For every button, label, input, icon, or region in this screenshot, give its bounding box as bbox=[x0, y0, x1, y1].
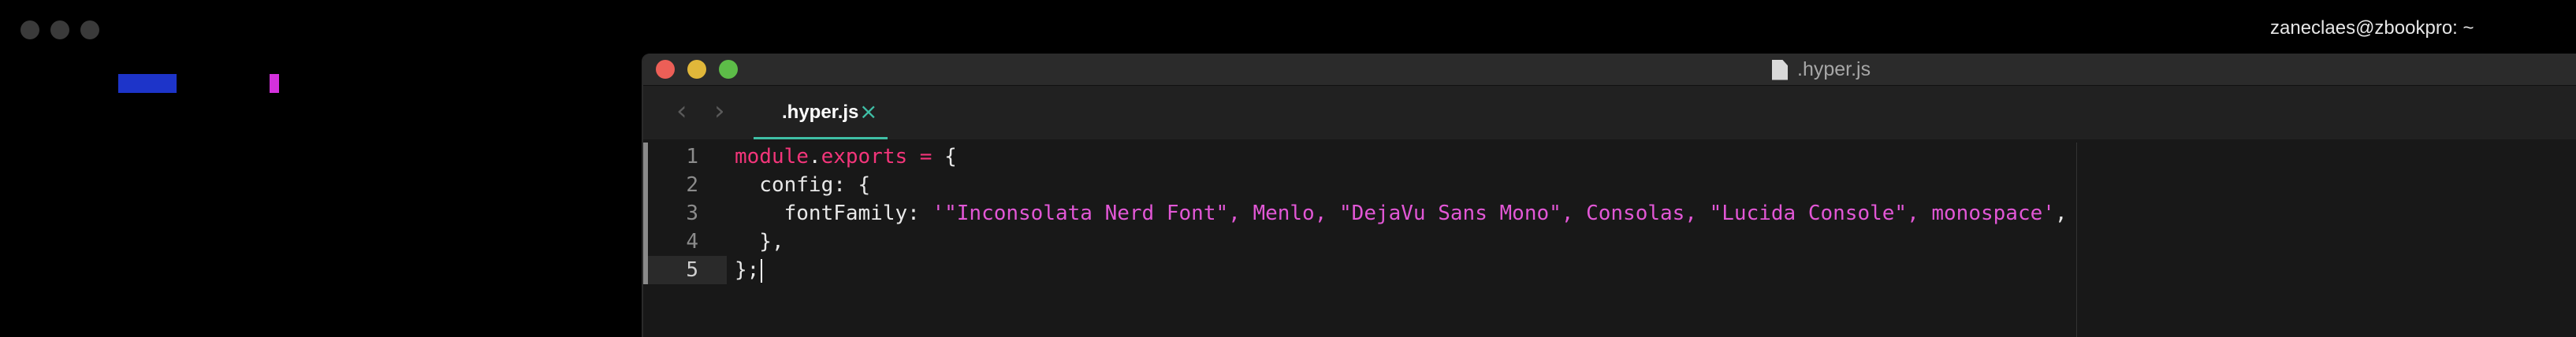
code-editor[interactable]: 1 2 3 4 5 module.exports = { config: { f… bbox=[643, 143, 2576, 337]
file-icon bbox=[1772, 60, 1788, 80]
code-lines[interactable]: module.exports = { config: { fontFamily:… bbox=[735, 143, 2068, 284]
code-token: , bbox=[2054, 202, 2068, 225]
line-number: 2 bbox=[686, 173, 698, 197]
terminal-close-button[interactable] bbox=[20, 20, 39, 39]
editor-titlebar: .hyper.js bbox=[643, 54, 2576, 86]
text-cursor bbox=[761, 258, 763, 283]
tab-label: .hyper.js bbox=[782, 102, 859, 123]
line-number: 1 bbox=[686, 145, 698, 168]
code-line[interactable]: fontFamily: '"Inconsolata Nerd Font", Me… bbox=[735, 199, 2068, 228]
terminal-blue-block bbox=[118, 74, 177, 93]
terminal-cursor-block bbox=[270, 74, 279, 93]
code-token: module bbox=[735, 145, 809, 168]
code-line[interactable]: config: { bbox=[735, 171, 2068, 199]
terminal-title: zaneclaes@zbookpro: ~ bbox=[2270, 17, 2474, 39]
terminal-titlebar: zaneclaes@zbookpro: ~ bbox=[0, 0, 2576, 60]
code-token: exports bbox=[821, 145, 908, 168]
editor-tabbar: ‹ › .hyper.js × bbox=[643, 86, 2576, 139]
editor-minimize-button[interactable] bbox=[687, 60, 706, 79]
code-line[interactable]: }; bbox=[735, 256, 2068, 284]
line-number: 3 bbox=[686, 202, 698, 225]
column-ruler bbox=[2076, 143, 2077, 337]
terminal-minimize-button[interactable] bbox=[50, 20, 69, 39]
line-number: 4 bbox=[686, 230, 698, 254]
chevron-right-icon[interactable]: › bbox=[714, 95, 725, 127]
editor-close-button[interactable] bbox=[656, 60, 675, 79]
code-line[interactable]: module.exports = { bbox=[735, 143, 2068, 171]
editor-window-title-text: .hyper.js bbox=[1797, 58, 1871, 80]
code-token: }; bbox=[735, 258, 760, 282]
editor-window-controls bbox=[656, 60, 738, 79]
tab-hyper-js[interactable]: .hyper.js × bbox=[754, 86, 888, 139]
line-number-gutter: 1 2 3 4 5 bbox=[648, 143, 727, 284]
line-number-current: 5 bbox=[648, 256, 727, 284]
editor-window-title: .hyper.js bbox=[1772, 58, 1871, 81]
code-string: '"Inconsolata Nerd Font", Menlo, "DejaVu… bbox=[932, 202, 2055, 225]
terminal-maximize-button[interactable] bbox=[80, 20, 99, 39]
editor-maximize-button[interactable] bbox=[719, 60, 738, 79]
code-token: . bbox=[808, 145, 821, 168]
editor-window: .hyper.js ‹ › .hyper.js × 1 2 3 4 5 modu… bbox=[642, 54, 2576, 337]
chevron-left-icon[interactable]: ‹ bbox=[676, 95, 687, 127]
code-token: { bbox=[944, 145, 957, 168]
terminal-window-controls bbox=[20, 20, 99, 39]
code-token: fontFamily: bbox=[735, 202, 932, 225]
code-token: = bbox=[907, 145, 945, 168]
code-line[interactable]: }, bbox=[735, 228, 2068, 256]
close-icon[interactable]: × bbox=[859, 98, 877, 124]
